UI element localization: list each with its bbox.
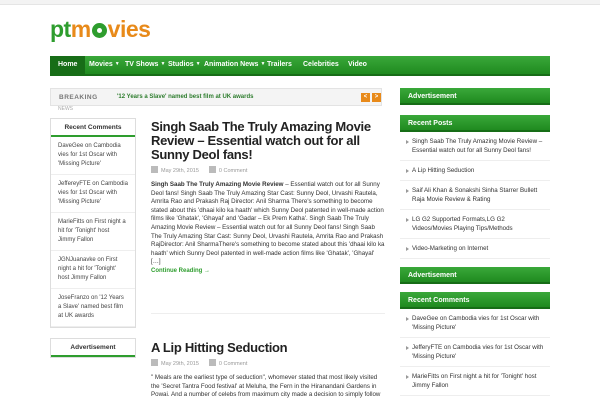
next-arrow-icon[interactable]: > bbox=[372, 93, 381, 102]
comment-author[interactable]: JeffereyFTE bbox=[58, 181, 91, 187]
right-sidebar: Advertisement Recent Posts Singh Saab Th… bbox=[400, 88, 550, 396]
nav-animation-news-label: Animation News bbox=[204, 61, 259, 68]
post-comments-link[interactable]: 0 Comment bbox=[219, 361, 247, 367]
post-excerpt: " Meals are the earliest type of seducti… bbox=[151, 374, 381, 400]
list-item: DaveGee on Cambodia vies for 1st Oscar w… bbox=[400, 309, 550, 338]
comment-on: on bbox=[85, 143, 92, 149]
list-item: JefferyFTE on Cambodia vies for 1st Osca… bbox=[400, 338, 550, 367]
post-title[interactable]: A Lip Hitting Seduction bbox=[151, 341, 385, 355]
list-item: MarieFitts on First night a hit for 'Ton… bbox=[400, 367, 550, 396]
post-article: A Lip Hitting Seduction May 29th, 2015 0 … bbox=[151, 341, 385, 400]
comment-icon bbox=[208, 166, 216, 173]
recent-comments-widget: Recent Comments DaveGee on Cambodia vies… bbox=[50, 118, 136, 328]
post-meta: May 29th, 2015 0 Comment bbox=[151, 166, 385, 175]
logo-vies: vies bbox=[107, 16, 151, 42]
advertisement-widget: Advertisement bbox=[50, 338, 136, 358]
calendar-icon bbox=[151, 359, 158, 366]
comment-author[interactable]: JoseFranzo bbox=[58, 295, 89, 301]
list-item: DaveGee on Cambodia vies for 1st Oscar w… bbox=[51, 137, 135, 175]
list-item: JGNJuanavke on First night a hit for 'To… bbox=[51, 251, 135, 289]
list-item[interactable]: LG G2 Supported Formats,LG G2 Videos/Mov… bbox=[400, 210, 550, 239]
comment-author[interactable]: JefferyFTE bbox=[412, 344, 442, 351]
recent-comments-list: DaveGee on Cambodia vies for 1st Oscar w… bbox=[400, 309, 550, 396]
comment-author[interactable]: DaveGee bbox=[412, 315, 438, 322]
excerpt-body: Singh Saab The Truly Amazing Star Cast: … bbox=[151, 189, 385, 266]
post-date: May 29th, 2015 bbox=[161, 361, 199, 367]
comment-author[interactable]: MarieFitts bbox=[58, 219, 84, 225]
post-divider bbox=[151, 313, 385, 314]
list-item: JeffereyFTE on Cambodia vies for 1st Osc… bbox=[51, 175, 135, 213]
comment-author[interactable]: MarieFitts bbox=[412, 373, 439, 380]
comment-on: on bbox=[439, 315, 447, 322]
nav-celebrities[interactable]: Celebrities bbox=[303, 61, 339, 73]
nav-home[interactable]: Home bbox=[50, 56, 86, 76]
comment-icon bbox=[208, 359, 216, 366]
chevron-down-icon: ▼ bbox=[114, 61, 120, 67]
prev-arrow-icon[interactable]: < bbox=[361, 93, 370, 102]
main-navigation: Home Movies ▼ TV Shows ▼ Studios ▼ Animatio… bbox=[50, 56, 550, 76]
continue-reading-link[interactable]: Continue Reading → bbox=[151, 268, 385, 274]
post-excerpt: Singh Saab The Truly Amazing Movie Revie… bbox=[151, 181, 385, 267]
comment-on: on bbox=[443, 344, 451, 351]
nav-trailers[interactable]: Trailers bbox=[267, 61, 292, 73]
site-logo[interactable]: ptm vies bbox=[50, 16, 151, 43]
nav-studios[interactable]: Studios ▼ bbox=[168, 61, 201, 73]
list-item[interactable]: A Lip Hitting Seduction bbox=[400, 161, 550, 181]
post-comments-link[interactable]: 0 Comment bbox=[219, 168, 247, 174]
top-strip bbox=[0, 0, 600, 5]
nav-movies[interactable]: Movies ▼ bbox=[89, 61, 120, 73]
list-item[interactable]: Video-Marketing on Internet bbox=[400, 239, 550, 259]
breaking-sublabel: NEWS bbox=[58, 106, 73, 112]
nav-video[interactable]: Video bbox=[348, 61, 367, 73]
comment-on: on bbox=[92, 181, 99, 187]
post-meta: May 29th, 2015 0 Comment bbox=[151, 359, 385, 368]
logo-m: m bbox=[70, 16, 91, 42]
list-item: MarieFitts on First night a hit for 'Ton… bbox=[51, 213, 135, 251]
recent-comments-header: Recent Comments bbox=[400, 292, 550, 309]
comment-on: on bbox=[86, 219, 93, 225]
comment-on: on bbox=[91, 295, 98, 301]
chevron-down-icon: ▼ bbox=[160, 61, 166, 67]
film-reel-icon bbox=[91, 23, 107, 38]
chevron-down-icon: ▼ bbox=[260, 61, 266, 67]
nav-animation-news[interactable]: Animation News ▼ bbox=[204, 61, 265, 73]
excerpt-lead: Singh Saab The Truly Amazing Movie Revie… bbox=[151, 181, 284, 188]
calendar-icon bbox=[151, 166, 158, 173]
post-date: May 29th, 2015 bbox=[161, 168, 199, 174]
left-sidebar: Recent Comments DaveGee on Cambodia vies… bbox=[50, 118, 136, 358]
recent-posts-header: Recent Posts bbox=[400, 115, 550, 132]
nav-studios-label: Studios bbox=[168, 61, 194, 68]
nav-movies-label: Movies bbox=[89, 61, 113, 68]
breaking-label: BREAKING bbox=[59, 94, 98, 101]
recent-posts-list: Singh Saab The Truly Amazing Movie Revie… bbox=[400, 132, 550, 259]
chevron-down-icon: ▼ bbox=[195, 61, 201, 67]
list-item[interactable]: Saif Ali Khan & Sonakshi Sinha Starrer B… bbox=[400, 181, 550, 210]
breaking-ticker-link[interactable]: '12 Years a Slave' named best film at UK… bbox=[117, 94, 253, 100]
comment-author[interactable]: DaveGee bbox=[58, 143, 83, 149]
list-item: JoseFranzo on '12 Years a Slave' named b… bbox=[51, 289, 135, 327]
list-item[interactable]: Singh Saab The Truly Amazing Movie Revie… bbox=[400, 132, 550, 161]
breaking-news-bar: BREAKING '12 Years a Slave' named best f… bbox=[50, 88, 382, 106]
comment-on: on bbox=[440, 373, 448, 380]
post-article: Singh Saab The Truly Amazing Movie Revie… bbox=[151, 120, 385, 274]
nav-tv-shows[interactable]: TV Shows ▼ bbox=[125, 61, 165, 73]
comment-on: on bbox=[97, 257, 105, 263]
advertisement-header: Advertisement bbox=[400, 88, 550, 105]
post-title[interactable]: Singh Saab The Truly Amazing Movie Revie… bbox=[151, 120, 385, 162]
nav-tv-shows-label: TV Shows bbox=[125, 61, 159, 68]
advertisement-header-2: Advertisement bbox=[400, 267, 550, 284]
recent-comments-title: Recent Comments bbox=[51, 119, 135, 137]
advertisement-title: Advertisement bbox=[51, 339, 135, 357]
logo-pt: pt bbox=[50, 16, 71, 42]
comment-author[interactable]: JGNJuanavke bbox=[58, 257, 96, 263]
